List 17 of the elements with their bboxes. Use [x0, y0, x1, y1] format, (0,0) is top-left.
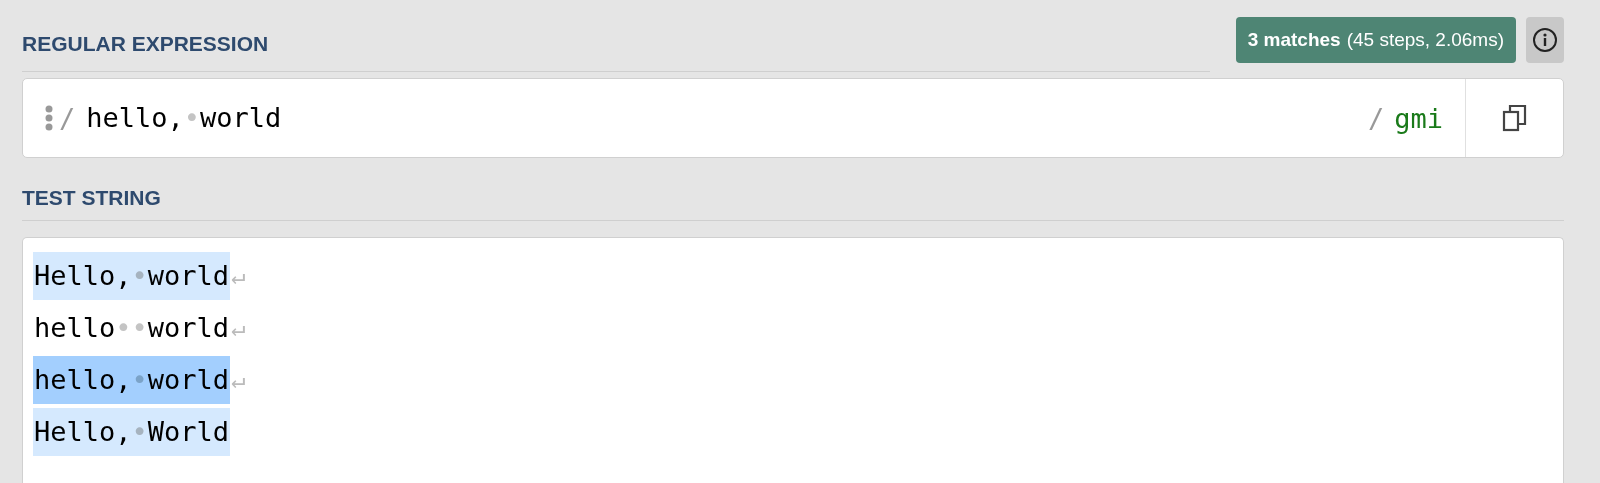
delimiter: / [1367, 102, 1385, 134]
line-break-mark: ↵ [231, 262, 246, 290]
info-button[interactable] [1526, 17, 1564, 63]
test-string-field[interactable]: Hello,•world↵ hello••world↵ hello,•world↵ Hello,•World [22, 237, 1564, 483]
regex-pattern: hello,•world [85, 101, 283, 135]
regex-field[interactable]: / hello,•world / gmi [22, 78, 1564, 158]
info-icon [1532, 27, 1558, 53]
drag-handle-icon[interactable] [45, 105, 53, 131]
copy-icon [1501, 104, 1528, 132]
line-break-mark: ↵ [231, 314, 246, 342]
match-result-badge: 3 matches (45 steps, 2.06ms) [1235, 17, 1516, 63]
section-title: TEST STRING [22, 186, 161, 210]
test-line: hello••world [33, 311, 231, 345]
regex-flags[interactable]: gmi [1394, 102, 1443, 134]
line-break-mark: ↵ [231, 366, 246, 394]
delimiter: / [59, 102, 76, 134]
section-title: REGULAR EXPRESSION [22, 31, 269, 56]
